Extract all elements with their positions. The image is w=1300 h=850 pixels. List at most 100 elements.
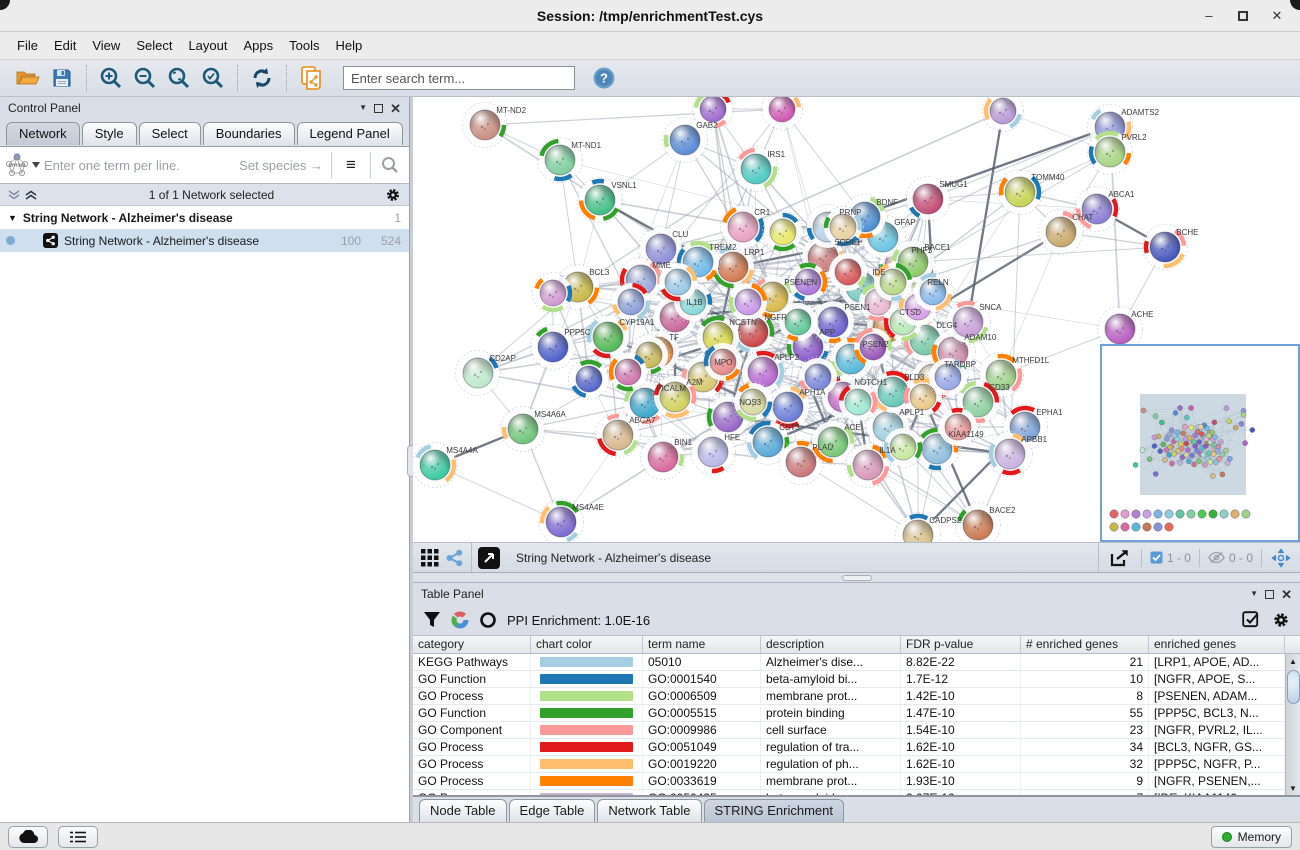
string-query-input[interactable] (44, 158, 239, 173)
svg-text:ADAMTS2: ADAMTS2 (1121, 108, 1159, 117)
memory-status-button[interactable]: Memory (1211, 826, 1292, 848)
panel-menu-icon[interactable]: ▼ (1250, 590, 1258, 598)
column-header[interactable]: term name (643, 636, 761, 653)
string-logo-dropdown[interactable]: STRING (0, 152, 44, 178)
enrichment-row[interactable]: GO ProcessGO:0050435beta-amyloid m...2.0… (413, 790, 1300, 795)
pan-compass-icon[interactable] (1262, 548, 1300, 568)
save-session-button[interactable] (47, 64, 77, 92)
close-button[interactable]: ✕ (1264, 5, 1290, 27)
search-input[interactable] (343, 66, 575, 90)
panel-close-icon[interactable]: ✕ (1281, 588, 1292, 601)
svg-text:CST3: CST3 (779, 423, 800, 432)
svg-text:ABCA7: ABCA7 (629, 416, 656, 425)
table-scrollbar[interactable]: ▲ ▼ (1285, 654, 1300, 795)
set-species-hint[interactable]: Set species → (239, 158, 331, 173)
enrichment-row[interactable]: GO FunctionGO:0005515protein binding1.47… (413, 705, 1300, 722)
enrichment-row[interactable]: GO FunctionGO:0001540beta-amyloid bi...1… (413, 671, 1300, 688)
enrichment-row[interactable]: GO ComponentGO:0009986cell surface1.54E-… (413, 722, 1300, 739)
network-row-selected[interactable]: String Network - Alzheimer's disease 100… (0, 229, 409, 252)
cell-fdr: 1.54E-10 (901, 722, 1021, 738)
menu-file[interactable]: File (10, 35, 45, 56)
column-header[interactable]: description (761, 636, 901, 653)
menu-tools[interactable]: Tools (282, 35, 326, 56)
string-options-icon[interactable]: ≡ (332, 147, 370, 183)
enrichment-row[interactable]: KEGG Pathways05010Alzheimer's dise...8.8… (413, 654, 1300, 671)
svg-text:APP: APP (819, 328, 835, 337)
tab-style[interactable]: Style (82, 122, 137, 145)
menu-help[interactable]: Help (329, 35, 370, 56)
share-view-icon[interactable] (445, 549, 463, 567)
svg-text:APLP2: APLP2 (774, 353, 799, 362)
string-search-icon[interactable] (371, 147, 409, 183)
tab-node-table[interactable]: Node Table (419, 799, 507, 822)
enrichment-row[interactable]: GO ProcessGO:0019220regulation of ph...1… (413, 756, 1300, 773)
network-node[interactable] (980, 97, 1026, 134)
refresh-icon[interactable] (247, 64, 277, 92)
network-collection-row[interactable]: ▼ String Network - Alzheimer's disease 1 (0, 206, 409, 229)
ring-chart-icon[interactable] (479, 611, 497, 629)
panel-close-icon[interactable]: ✕ (390, 102, 401, 115)
svg-text:PPP5C: PPP5C (564, 328, 590, 337)
column-header[interactable]: # enriched genes (1021, 636, 1149, 653)
birds-eye-view[interactable] (1100, 344, 1300, 542)
panel-splitter-horizontal[interactable] (413, 573, 1300, 583)
column-header[interactable]: chart color (531, 636, 643, 653)
menu-view[interactable]: View (85, 35, 127, 56)
svg-text:GAB2: GAB2 (696, 121, 718, 130)
maximize-button[interactable] (1230, 5, 1256, 27)
tab-select[interactable]: Select (139, 122, 201, 145)
enrichment-row[interactable]: GO ProcessGO:0033619membrane prot...1.93… (413, 773, 1300, 790)
clone-network-icon[interactable] (296, 64, 326, 92)
network-node[interactable] (758, 97, 806, 133)
tab-boundaries[interactable]: Boundaries (203, 122, 295, 145)
minimize-button[interactable]: – (1196, 5, 1222, 27)
task-history-button[interactable] (58, 826, 98, 848)
column-header[interactable]: category (413, 636, 531, 653)
column-header[interactable]: FDR p-value (901, 636, 1021, 653)
panel-menu-icon[interactable]: ▼ (359, 104, 367, 112)
network-canvas[interactable]: MT-ND2MT-ND1VSNL1GAB2IRS1ADAMTS2SMUG1TOM… (413, 97, 1300, 543)
collapse-all-icon[interactable] (8, 190, 21, 200)
scrollbar-thumb[interactable] (1287, 670, 1300, 704)
menu-edit[interactable]: Edit (47, 35, 83, 56)
filter-icon[interactable] (423, 611, 441, 629)
zoom-selected-icon[interactable] (198, 64, 228, 92)
table-settings-gear-icon[interactable] (1272, 611, 1290, 629)
tab-string-enrichment[interactable]: STRING Enrichment (704, 799, 844, 822)
zoom-in-icon[interactable] (96, 64, 126, 92)
enrichment-chart-icon[interactable] (451, 611, 469, 629)
tree-expander-icon[interactable]: ▼ (8, 213, 17, 223)
detach-view-icon[interactable] (478, 547, 500, 569)
scroll-down-arrow[interactable]: ▼ (1287, 781, 1300, 795)
chart-color-swatch (540, 708, 633, 718)
zoom-out-icon[interactable] (130, 64, 160, 92)
enrichment-row[interactable]: GO ProcessGO:0006509membrane prot...1.42… (413, 688, 1300, 705)
panel-float-icon[interactable] (374, 104, 383, 113)
open-session-button[interactable] (13, 64, 43, 92)
collection-label: String Network - Alzheimer's disease (23, 211, 233, 225)
menu-apps[interactable]: Apps (237, 35, 281, 56)
svg-text:BIN1: BIN1 (674, 438, 692, 447)
zoom-fit-icon[interactable] (164, 64, 194, 92)
panel-float-icon[interactable] (1265, 590, 1274, 599)
network-options-gear-icon[interactable] (385, 187, 401, 203)
menu-select[interactable]: Select (129, 35, 179, 56)
tab-legend-panel[interactable]: Legend Panel (297, 122, 403, 145)
tab-edge-table[interactable]: Edge Table (509, 799, 596, 822)
column-header[interactable]: enriched genes (1149, 636, 1285, 653)
help-icon[interactable]: ? (589, 64, 619, 92)
splitter-handle[interactable] (842, 575, 872, 581)
tab-network-table[interactable]: Network Table (597, 799, 701, 822)
enrichment-row[interactable]: GO ProcessGO:0051049regulation of tra...… (413, 739, 1300, 756)
grid-view-icon[interactable] (421, 549, 439, 567)
export-network-icon[interactable] (1099, 548, 1141, 568)
expand-all-icon[interactable] (25, 190, 38, 200)
scroll-up-arrow[interactable]: ▲ (1287, 654, 1300, 668)
select-columns-icon[interactable] (1242, 611, 1260, 629)
network-node[interactable] (893, 510, 943, 543)
automation-status-button[interactable] (8, 826, 48, 848)
menu-layout[interactable]: Layout (181, 35, 234, 56)
tab-network[interactable]: Network (6, 122, 80, 145)
title-bar[interactable]: Session: /tmp/enrichmentTest.cys – ✕ (0, 0, 1300, 32)
svg-text:PLAU: PLAU (812, 443, 833, 452)
